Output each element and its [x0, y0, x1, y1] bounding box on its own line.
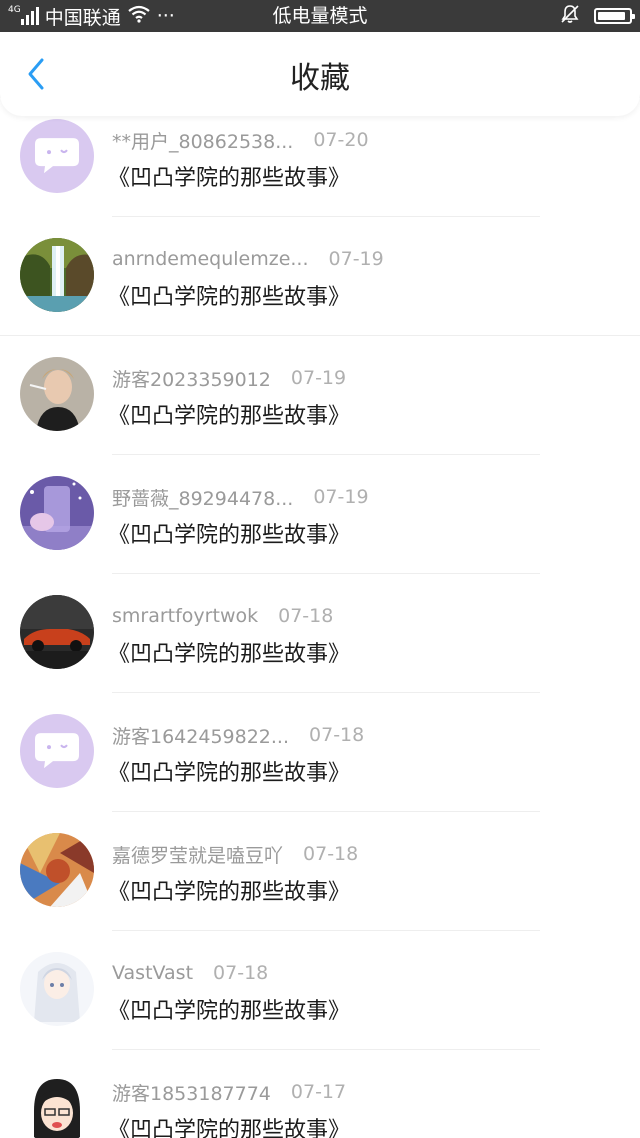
- avatar[interactable]: [20, 833, 94, 907]
- date: 07-19: [313, 486, 369, 508]
- date: 07-20: [313, 129, 369, 151]
- list-item[interactable]: 游客2023359012 07-19 《凹凸学院的那些故事》: [0, 336, 640, 455]
- item-meta: anrndemequlemze... 07-19: [112, 245, 384, 273]
- more-dots: ···: [156, 5, 175, 27]
- item-meta: smrartfoyrtwok 07-18: [112, 602, 333, 630]
- avatar[interactable]: [20, 714, 94, 788]
- avatar[interactable]: [20, 357, 94, 431]
- story-title[interactable]: 《凹凸学院的那些故事》: [108, 636, 350, 668]
- date: 07-18: [278, 605, 334, 627]
- story-title[interactable]: 《凹凸学院的那些故事》: [108, 398, 350, 430]
- item-meta: **用户_80862538... 07-20: [112, 126, 369, 154]
- carrier-name: 中国联通: [44, 6, 121, 29]
- date: 07-18: [213, 962, 269, 984]
- page-title: 收藏: [290, 61, 350, 96]
- anime-girl-image: [20, 1071, 94, 1138]
- item-meta: 游客1853187774 07-17: [112, 1078, 346, 1106]
- back-button[interactable]: [14, 52, 58, 96]
- username[interactable]: 嘉德罗莹就是嗑豆吖: [112, 841, 283, 868]
- story-title[interactable]: 《凹凸学院的那些故事》: [108, 279, 350, 311]
- story-title[interactable]: 《凹凸学院的那些故事》: [108, 993, 350, 1025]
- story-title[interactable]: 《凹凸学院的那些故事》: [108, 755, 350, 787]
- wifi-icon: [127, 5, 151, 28]
- status-left: 4G 中国联通 ···: [8, 0, 175, 32]
- page-header: 收藏: [0, 32, 640, 116]
- username[interactable]: smrartfoyrtwok: [112, 605, 258, 627]
- list-item[interactable]: anrndemequlemze... 07-19 《凹凸学院的那些故事》: [0, 217, 640, 336]
- avatar[interactable]: [20, 238, 94, 312]
- username[interactable]: anrndemequlemze...: [112, 248, 309, 270]
- anime-character-image: [20, 952, 94, 1026]
- avatar[interactable]: [20, 595, 94, 669]
- purple-glass-image: [20, 476, 94, 550]
- mute-bell-icon: [560, 4, 580, 29]
- list-item[interactable]: 游客1642459822... 07-18 《凹凸学院的那些故事》: [0, 693, 640, 812]
- battery-icon: [594, 8, 635, 24]
- story-title[interactable]: 《凹凸学院的那些故事》: [108, 874, 350, 906]
- item-meta: 野蔷薇_89294478... 07-19: [112, 483, 369, 511]
- waterfall-image: [20, 238, 94, 312]
- list-item[interactable]: 嘉德罗莹就是嗑豆吖 07-18 《凹凸学院的那些故事》: [0, 812, 640, 931]
- date: 07-18: [309, 724, 365, 746]
- avatar[interactable]: [20, 119, 94, 193]
- status-right: [560, 0, 635, 32]
- list-item[interactable]: smrartfoyrtwok 07-18 《凹凸学院的那些故事》: [0, 574, 640, 693]
- date: 07-18: [303, 843, 359, 865]
- avatar[interactable]: [20, 1071, 94, 1138]
- username[interactable]: 野蔷薇_89294478...: [112, 484, 293, 511]
- list-item[interactable]: VastVast 07-18 《凹凸学院的那些故事》: [0, 931, 640, 1050]
- colorful-art-image: [20, 833, 94, 907]
- avatar[interactable]: [20, 476, 94, 550]
- chevron-left-icon: [28, 58, 44, 90]
- date: 07-19: [290, 367, 347, 389]
- username[interactable]: 游客1642459822...: [112, 722, 289, 749]
- battery-level: [598, 12, 625, 20]
- story-title[interactable]: 《凹凸学院的那些故事》: [108, 517, 350, 549]
- username[interactable]: 游客1853187774: [112, 1079, 271, 1106]
- date: 07-19: [328, 248, 384, 270]
- story-title[interactable]: 《凹凸学院的那些故事》: [108, 1112, 350, 1138]
- username[interactable]: VastVast: [112, 962, 193, 984]
- avatar[interactable]: [20, 952, 94, 1026]
- red-car-photo: [20, 595, 94, 669]
- username[interactable]: 游客2023359012: [112, 365, 271, 392]
- item-meta: 嘉德罗莹就是嗑豆吖 07-18: [112, 840, 358, 868]
- signal-icon: [20, 7, 39, 25]
- item-meta: VastVast 07-18: [112, 959, 268, 987]
- status-bar: 4G 中国联通 ··· 低电量模式: [0, 0, 640, 32]
- person-photo: [20, 357, 94, 431]
- date: 07-17: [290, 1081, 347, 1103]
- item-meta: 游客2023359012 07-19: [112, 364, 346, 392]
- username[interactable]: **用户_80862538...: [112, 127, 293, 154]
- favorites-list: **用户_80862538... 07-20 《凹凸学院的那些故事》 anrnd…: [0, 98, 640, 1138]
- list-item[interactable]: 游客1853187774 07-17 《凹凸学院的那些故事》: [0, 1050, 640, 1138]
- network-type: 4G: [8, 5, 21, 15]
- list-item[interactable]: 野蔷薇_89294478... 07-19 《凹凸学院的那些故事》: [0, 455, 640, 574]
- item-meta: 游客1642459822... 07-18: [112, 721, 364, 749]
- chat-bubble-icon: [35, 138, 79, 174]
- story-title[interactable]: 《凹凸学院的那些故事》: [108, 160, 350, 192]
- chat-bubble-icon: [35, 733, 79, 769]
